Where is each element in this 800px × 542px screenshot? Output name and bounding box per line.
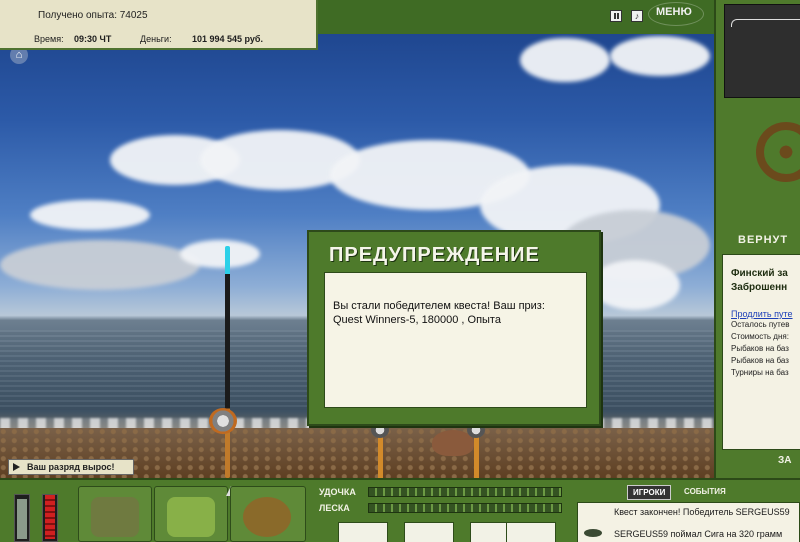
location-info: Финский за Заброшенн Продлить путе Остал… [722, 254, 800, 450]
money-value: 101 994 545 руб. [192, 34, 263, 44]
location-line: Рыбаков на баз [731, 356, 789, 365]
depth-gauge [42, 494, 58, 542]
chat-message: Квест закончен! Победитель SERGEUS59 [614, 507, 790, 517]
tab-events[interactable]: СОБЫТИЯ [679, 485, 731, 498]
dialog-title: ПРЕДУПРЕЖДЕНИЕ [329, 244, 540, 266]
experience-text: Получено опыта: 74025 [38, 10, 148, 21]
extend-trip-link[interactable]: Продлить путе [731, 309, 800, 319]
close-location-button[interactable]: ЗА [778, 455, 792, 466]
location-subtitle: Заброшенн [731, 282, 788, 293]
arrow-icon [13, 463, 20, 471]
pause-icon[interactable] [610, 10, 622, 22]
location-line: Стоимость дня: [731, 332, 789, 341]
bottom-bar: УДОЧКА ЛЕСКА ИГРОКИ СОБЫТИЯ Квест законч… [0, 478, 800, 542]
backpack-slot[interactable] [78, 486, 152, 542]
minimap[interactable] [724, 4, 800, 98]
rod-label: УДОЧКА [319, 487, 356, 497]
menu-button[interactable]: МЕНЮ [648, 2, 704, 26]
player-info-panel: Получено опыта: 74025 Время: 09:30 ЧТ Де… [0, 0, 318, 50]
rod-slot[interactable] [338, 522, 388, 542]
dialog-body[interactable]: Вы стали победителем квеста! Ваш приз: Q… [324, 272, 587, 408]
top-bar: ♪ МЕНЮ [318, 0, 714, 34]
line-bar [368, 503, 562, 513]
game-screen: ⌂ Получено опыта: 74025 Время: 09:30 ЧТ … [0, 0, 800, 542]
chat-log[interactable]: Квест закончен! Победитель SERGEUS59 SER… [577, 502, 800, 542]
sound-icon[interactable]: ♪ [631, 10, 643, 22]
landing-net-slot[interactable] [230, 486, 306, 542]
tension-gauge [14, 494, 30, 542]
dialog-message-line: Quest Winners-5, 180000 , Опыта [333, 314, 501, 326]
rank-up-notification[interactable]: Ваш разряд вырос! [8, 459, 134, 475]
money-label: Деньги: [140, 34, 172, 44]
time-label: Время: [34, 34, 64, 44]
location-line: Осталось путев [731, 320, 790, 329]
bait-bag-slot[interactable] [154, 486, 228, 542]
ship-wheel-icon [756, 122, 800, 182]
right-panel: ВЕРНУТ Финский за Заброшенн Продлить пут… [714, 0, 800, 478]
time-value: 09:30 ЧТ [74, 34, 112, 44]
rod-bar [368, 487, 562, 497]
fish-icon [584, 529, 602, 537]
bag-icon [167, 497, 215, 537]
location-title: Финский за [731, 268, 788, 279]
reel-slot[interactable] [404, 522, 454, 542]
notification-text: Ваш разряд вырос! [27, 462, 115, 472]
fishing-rod[interactable] [225, 246, 230, 478]
tab-players[interactable]: ИГРОКИ [627, 485, 672, 500]
bait-slot[interactable] [506, 522, 556, 542]
dialog-message-line: Вы стали победителем квеста! Ваш приз: [333, 300, 545, 312]
fishing-reel [209, 408, 237, 434]
backpack-icon [91, 497, 139, 537]
location-line: Турниры на баз [731, 368, 789, 377]
location-line: Рыбаков на баз [731, 344, 789, 353]
line-label: ЛЕСКА [319, 503, 350, 513]
return-button[interactable]: ВЕРНУТ [738, 234, 788, 246]
warning-dialog: ПРЕДУПРЕЖДЕНИЕ Вы стали победителем квес… [307, 230, 601, 426]
chat-message: SERGEUS59 поймал Сига на 320 грамм [614, 529, 783, 539]
net-icon [243, 497, 291, 537]
